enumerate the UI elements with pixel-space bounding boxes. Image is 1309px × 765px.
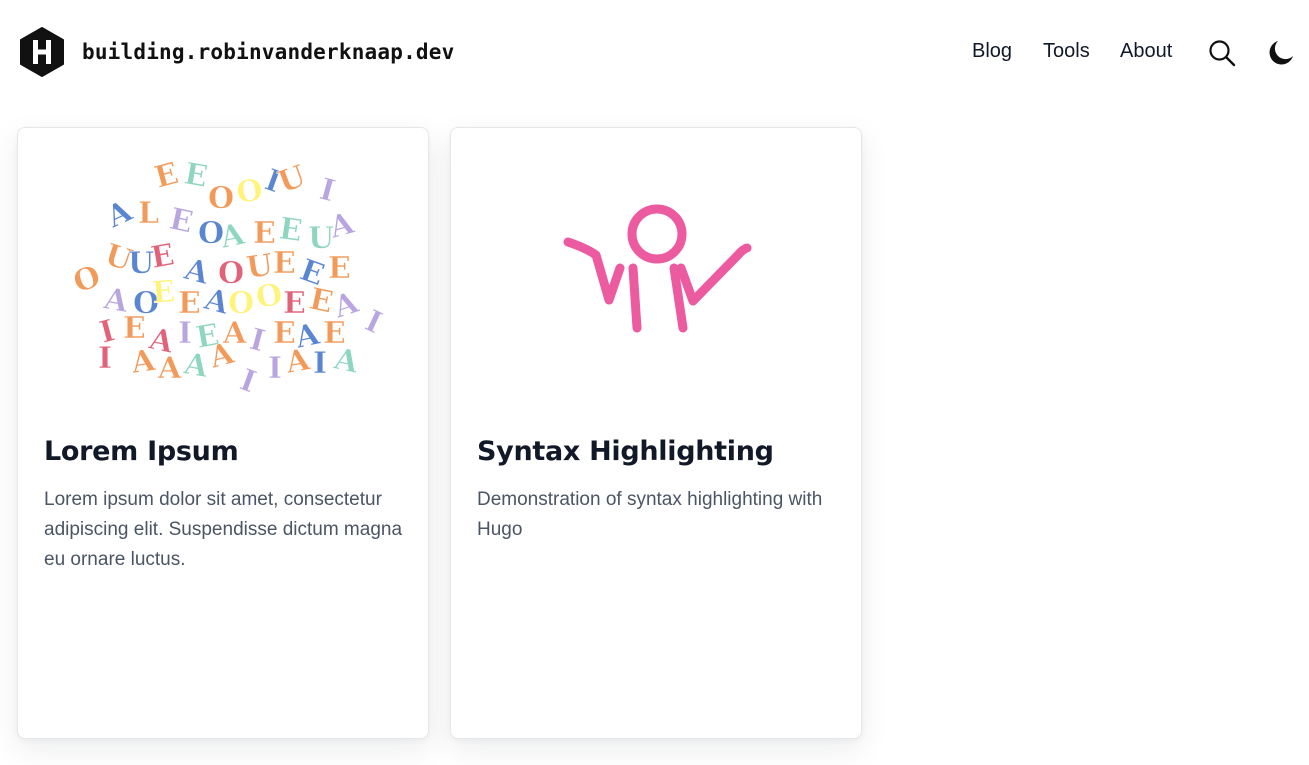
svg-text:U: U (274, 159, 311, 201)
hexagon-h-logo-icon[interactable] (19, 27, 65, 77)
svg-text:E: E (328, 251, 351, 286)
site-title[interactable]: building.robinvanderknaap.dev (82, 40, 454, 64)
moon-icon[interactable] (1267, 39, 1295, 67)
svg-text:I: I (246, 322, 269, 359)
svg-text:I: I (268, 351, 282, 386)
svg-text:E: E (277, 211, 305, 249)
svg-text:I: I (178, 316, 192, 351)
svg-text:E: E (182, 156, 211, 194)
post-card-syntax-highlighting[interactable]: Syntax Highlighting Demonstration of syn… (450, 127, 862, 739)
svg-text:E: E (148, 237, 177, 275)
svg-text:E: E (166, 202, 196, 241)
svg-text:A: A (181, 346, 212, 385)
svg-text:O: O (69, 259, 106, 301)
svg-text:E: E (151, 156, 182, 196)
svg-text:I: I (98, 341, 112, 376)
colorful-letters-image: E E O O I U I A L E O A E E U A U U E A … (69, 156, 388, 401)
svg-text:E: E (273, 246, 296, 281)
svg-text:E: E (151, 274, 177, 311)
svg-text:E: E (123, 311, 146, 346)
svg-text:O: O (234, 173, 265, 211)
search-icon[interactable] (1208, 39, 1236, 67)
svg-text:O: O (253, 277, 285, 316)
card-description: Demonstration of syntax highlighting wit… (477, 489, 823, 540)
svg-text:O: O (208, 181, 234, 216)
card-description: Lorem ipsum dolor sit amet, consectetur … (44, 489, 403, 570)
nav-link-about[interactable]: About (1120, 40, 1172, 63)
nav-link-blog[interactable]: Blog (972, 40, 1012, 63)
svg-text:A: A (157, 351, 182, 386)
svg-text:I: I (360, 304, 388, 342)
svg-text:I: I (235, 363, 260, 401)
post-card-lorem-ipsum[interactable]: E E O O I U I A L E O A E E U A U U E A … (17, 127, 429, 739)
svg-text:I: I (316, 172, 339, 209)
site-header: building.robinvanderknaap.dev Blog Tools… (0, 0, 1309, 105)
card-title[interactable]: Syntax Highlighting (477, 436, 774, 467)
nav-link-tools[interactable]: Tools (1043, 40, 1090, 63)
svg-text:L: L (138, 196, 159, 231)
pink-stick-figure-shrug-image (563, 204, 752, 333)
svg-text:I: I (313, 346, 327, 381)
card-title[interactable]: Lorem Ipsum (44, 436, 239, 467)
svg-text:A: A (101, 193, 138, 235)
